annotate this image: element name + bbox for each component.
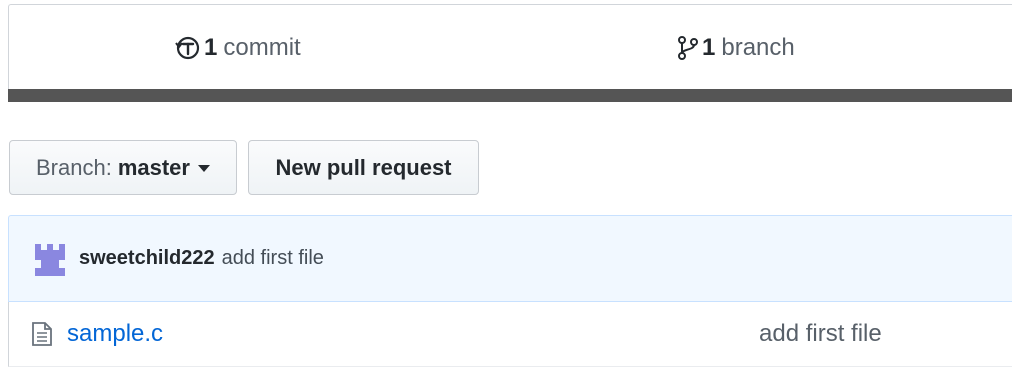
new-pull-request-button[interactable]: New pull request (248, 140, 479, 195)
file-name-link[interactable]: sample.c (67, 320, 163, 348)
branches-count: 1 (702, 34, 716, 61)
file-icon (31, 321, 53, 347)
branch-select-value: master (117, 154, 190, 180)
file-commit-message-link[interactable]: add first file (759, 320, 882, 348)
history-icon (175, 35, 201, 61)
git-branch-icon (677, 35, 699, 61)
dropdown-caret-icon (197, 165, 210, 172)
branch-select-label: Branch: (36, 154, 112, 180)
commit-message-link[interactable]: add first file (222, 247, 324, 270)
branches-label: branch (721, 34, 795, 61)
commits-count: 1 (204, 34, 218, 61)
commits-label: commit (223, 34, 301, 61)
commit-author-link[interactable]: sweetchild222 (79, 247, 215, 270)
commits-link[interactable]: 1 commit (175, 34, 301, 62)
file-row: sample.c add first file (8, 302, 1012, 367)
commit-tease: sweetchild222 add first file (8, 215, 1012, 302)
branches-link[interactable]: 1 branch (677, 34, 795, 62)
repository-language-bar (8, 89, 1012, 102)
avatar[interactable] (33, 241, 67, 276)
numbers-summary: 1 commit 1 branch (8, 4, 1012, 89)
branch-select-button[interactable]: Branch: master (9, 140, 237, 195)
